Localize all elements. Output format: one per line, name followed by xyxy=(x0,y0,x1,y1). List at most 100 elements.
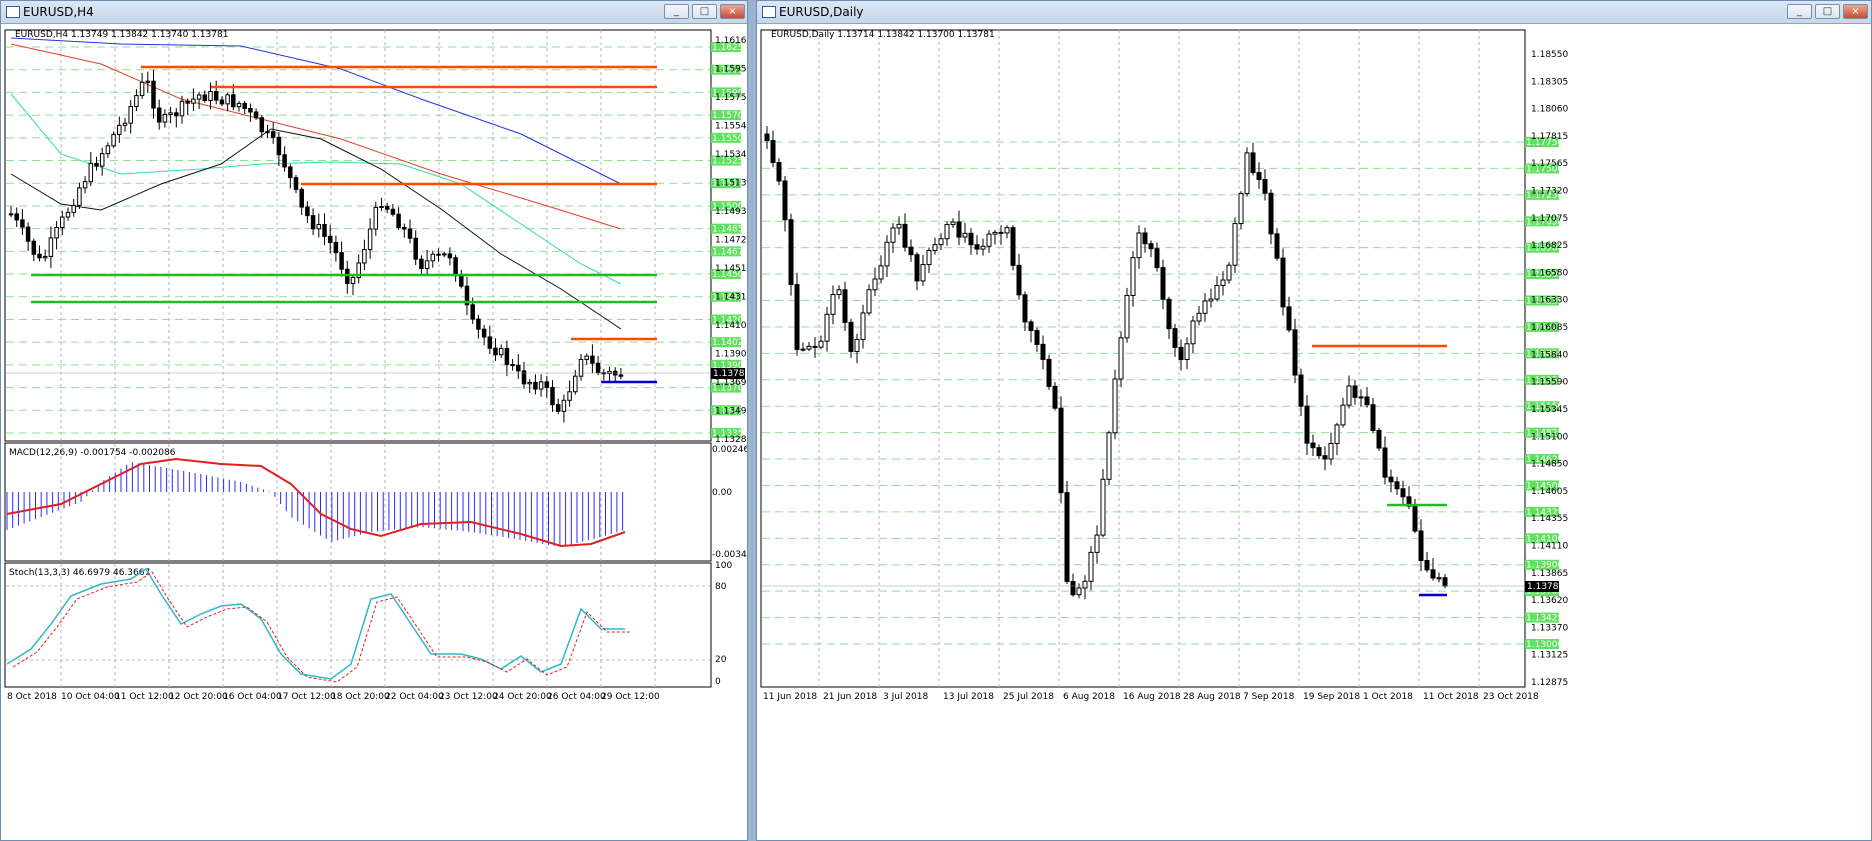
h4-titlebar[interactable]: EURUSD,H4 _ □ × xyxy=(1,1,747,24)
daily-window-title: EURUSD,Daily xyxy=(779,5,864,19)
candlestick xyxy=(259,117,265,133)
candlestick xyxy=(82,181,88,189)
price-tick-label: 1.18305 xyxy=(1531,77,1568,87)
price-tick-label: 1.13695 xyxy=(715,378,747,388)
candlestick xyxy=(1400,488,1406,498)
candlestick xyxy=(860,312,866,340)
candlestick xyxy=(830,294,836,315)
date-axis-label: 11 Oct 2018 xyxy=(1423,692,1479,702)
price-tick-label: 1.13620 xyxy=(1531,596,1568,606)
candlestick xyxy=(219,99,225,105)
candlestick xyxy=(956,221,962,238)
candlestick xyxy=(992,231,998,235)
candlestick xyxy=(618,374,624,377)
stoch-tick-label: 80 xyxy=(715,582,727,592)
candlestick xyxy=(1088,551,1094,582)
candlestick xyxy=(842,289,848,323)
candlestick xyxy=(145,80,151,83)
daily-titlebar[interactable]: EURUSD,Daily _ □ × xyxy=(757,1,1871,24)
candlestick xyxy=(362,249,367,264)
daily-chart-window[interactable]: EURUSD,Daily _ □ × 1.17750 1.17500 1.17250… xyxy=(756,0,1872,841)
candlestick xyxy=(65,211,71,218)
candlestick xyxy=(812,345,818,348)
candlestick xyxy=(926,250,932,266)
candlestick xyxy=(764,133,770,142)
candlestick xyxy=(1064,492,1070,582)
h4-chart-window[interactable]: EURUSD,H4 _ □ × 1.16250 1.16050 1.15900 1.1… xyxy=(0,0,748,841)
date-axis-label: 23 Oct 2018 xyxy=(1483,692,1539,702)
candlestick xyxy=(1244,152,1250,194)
maximize-button[interactable]: □ xyxy=(1815,4,1840,19)
candlestick xyxy=(788,219,794,286)
candlestick xyxy=(1358,396,1364,399)
price-tick-label: 1.13490 xyxy=(715,407,747,417)
candlestick xyxy=(794,284,800,350)
candlestick xyxy=(54,226,59,239)
candlestick xyxy=(242,102,247,109)
candlestick xyxy=(1010,227,1016,266)
candlestick xyxy=(1028,321,1034,332)
candlestick xyxy=(1058,407,1064,494)
candlestick xyxy=(884,241,890,267)
candlestick xyxy=(974,244,980,250)
candlestick xyxy=(179,100,185,117)
candlestick xyxy=(470,304,475,320)
price-tick-label: 1.15840 xyxy=(1531,350,1568,360)
maximize-button[interactable]: □ xyxy=(692,4,717,19)
candlestick xyxy=(504,347,510,366)
candlestick xyxy=(1370,404,1376,431)
candlestick xyxy=(544,381,550,388)
date-axis-label: 12 Oct 20:00 xyxy=(169,692,228,702)
candlestick xyxy=(390,208,396,215)
candlestick xyxy=(276,136,282,156)
current-price-label: 1.13781 xyxy=(713,369,747,379)
candlestick xyxy=(202,94,208,101)
candlestick xyxy=(305,206,310,217)
price-tick-label: 1.15100 xyxy=(1531,432,1568,442)
price-tick-label: 1.16330 xyxy=(1531,296,1568,306)
green-level-label: 1.14025 xyxy=(712,338,747,348)
chart-window-icon xyxy=(6,6,20,18)
candlestick xyxy=(1388,476,1394,483)
candlestick xyxy=(1166,298,1172,330)
candlestick xyxy=(1070,580,1076,596)
candlestick xyxy=(1046,358,1052,387)
stoch-signal-line xyxy=(12,571,631,683)
h4-chart-canvas[interactable]: 1.162501.160501.159001.157001.155001.152… xyxy=(1,24,747,840)
candlestick xyxy=(962,232,968,238)
candlestick xyxy=(1250,152,1256,174)
stoch-tick-label: 100 xyxy=(715,561,732,571)
date-axis-label: 21 Jun 2018 xyxy=(823,692,877,702)
current-price-label: 1.13781 xyxy=(1527,582,1564,592)
price-tick-label: 1.13370 xyxy=(1531,623,1568,633)
candlestick xyxy=(986,233,992,247)
candlestick xyxy=(1148,243,1154,250)
daily-chart-canvas[interactable]: 1.177501.175001.172501.170501.169001.165… xyxy=(757,24,1871,840)
candlestick xyxy=(367,228,373,251)
h4-window-title: EURUSD,H4 xyxy=(23,5,94,19)
candlestick xyxy=(980,245,986,250)
price-tick-label: 1.18060 xyxy=(1531,105,1568,115)
candlestick xyxy=(770,140,776,164)
macd-signal-line xyxy=(6,457,626,548)
minimize-button[interactable]: _ xyxy=(1787,4,1812,19)
h4-price-pane xyxy=(4,29,712,442)
ma-mid-line xyxy=(10,43,622,230)
date-axis-label: 23 Oct 12:00 xyxy=(439,692,498,702)
candlestick xyxy=(1352,385,1358,398)
price-tick-label: 1.14930 xyxy=(715,207,747,217)
macd-label: MACD(12,26,9) -0.001754 -0.002086 xyxy=(9,448,176,458)
green-level-label: 1.14675 xyxy=(712,247,747,257)
candlestick xyxy=(998,231,1004,234)
date-axis-label: 11 Jun 2018 xyxy=(763,692,817,702)
price-tick-label: 1.14605 xyxy=(1531,487,1568,497)
minimize-button[interactable]: _ xyxy=(664,4,689,19)
candlestick xyxy=(1292,329,1298,376)
candlestick xyxy=(1328,442,1334,460)
close-button[interactable]: × xyxy=(1843,4,1868,19)
candlestick xyxy=(578,358,584,377)
price-tick-label: 1.17075 xyxy=(1531,214,1568,224)
date-axis-label: 22 Oct 04:00 xyxy=(385,692,444,702)
close-button[interactable]: × xyxy=(720,4,745,19)
price-tick-label: 1.14310 xyxy=(715,293,747,303)
